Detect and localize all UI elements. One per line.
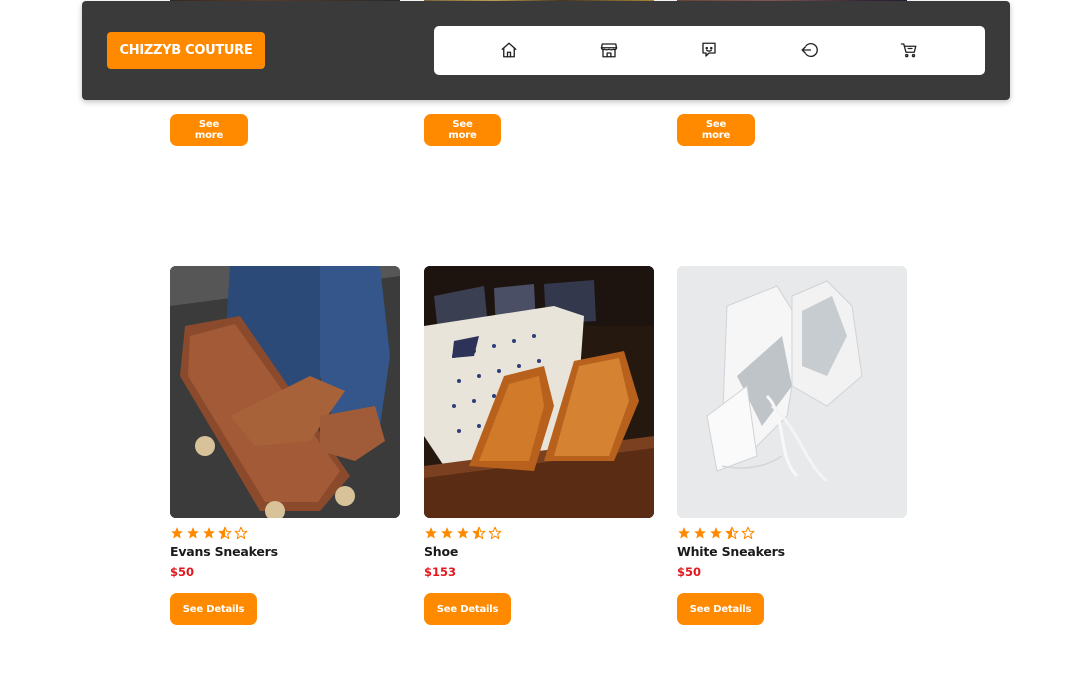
star-icon [203, 527, 215, 539]
product-card: Evans Sneakers $50 See Details [170, 266, 400, 625]
see-details-button[interactable]: See Details [424, 593, 511, 625]
star-empty-icon [488, 526, 502, 540]
home-icon[interactable] [498, 39, 520, 61]
see-more-button[interactable]: See more [677, 114, 755, 146]
star-icon [710, 527, 722, 539]
product-name: Evans Sneakers [170, 544, 278, 559]
product-image[interactable] [424, 266, 654, 518]
brand-logo[interactable]: CHIZZYB COUTURE [107, 32, 265, 69]
product-name: White Sneakers [677, 544, 785, 559]
product-image[interactable] [677, 266, 907, 518]
see-details-button[interactable]: See Details [170, 593, 257, 625]
navbar: CHIZZYB COUTURE [82, 1, 1010, 100]
product-price: $50 [677, 565, 702, 579]
star-icon [457, 527, 469, 539]
see-more-button[interactable]: See more [170, 114, 248, 146]
star-icon [171, 527, 183, 539]
star-half-icon [218, 526, 232, 540]
product-card: White Sneakers $50 See Details [677, 266, 907, 625]
product-price: $50 [170, 565, 195, 579]
rating-stars [677, 526, 907, 542]
product-name: Shoe [424, 544, 459, 559]
cart-icon[interactable] [898, 39, 920, 61]
store-icon[interactable] [598, 39, 620, 61]
product-image[interactable] [170, 266, 400, 518]
star-empty-icon [741, 526, 755, 540]
chat-icon[interactable] [698, 39, 720, 61]
star-icon [425, 527, 437, 539]
product-price: $153 [424, 565, 457, 579]
star-half-icon [725, 526, 739, 540]
star-half-icon [472, 526, 486, 540]
see-details-button[interactable]: See Details [677, 593, 764, 625]
star-empty-icon [234, 526, 248, 540]
rating-stars [170, 526, 400, 542]
rating-stars [424, 526, 654, 542]
page: See more See more See more CHIZZYB COUTU… [0, 0, 1092, 682]
nav-menu [434, 26, 985, 75]
product-card: Shoe $153 See Details [424, 266, 654, 625]
star-icon [678, 527, 690, 539]
star-icon [187, 527, 199, 539]
logout-icon[interactable] [798, 39, 820, 61]
star-icon [441, 527, 453, 539]
star-icon [694, 527, 706, 539]
see-more-button[interactable]: See more [424, 114, 501, 146]
